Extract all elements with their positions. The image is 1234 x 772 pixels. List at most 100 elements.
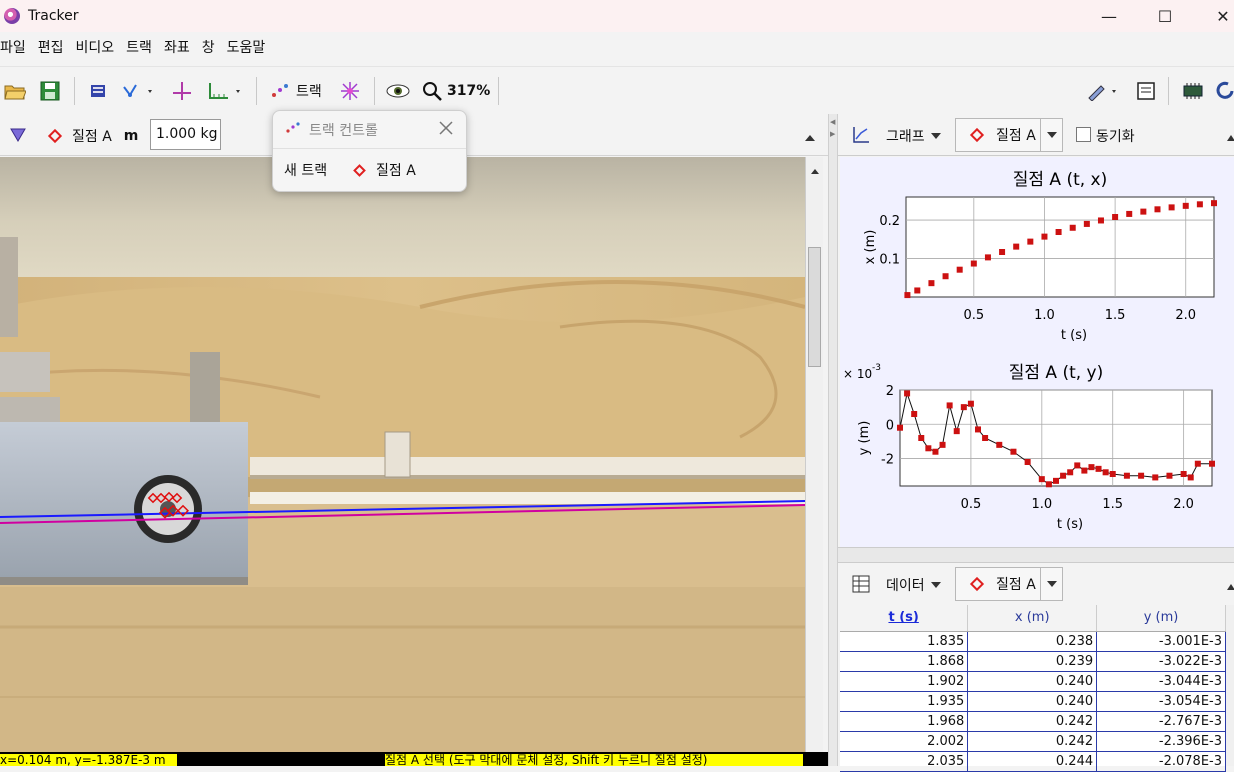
autotracker-icon[interactable] xyxy=(340,79,360,103)
refresh-icon[interactable] xyxy=(1216,79,1234,103)
menu-edit[interactable]: 편집 xyxy=(38,37,70,57)
data-track-selector[interactable]: 질점 A xyxy=(955,567,1063,601)
popup-close-icon[interactable] xyxy=(439,121,453,139)
table-cell[interactable]: 0.244 xyxy=(967,751,1098,772)
axes-icon[interactable] xyxy=(172,79,192,103)
mass-input[interactable]: 1.000 kg xyxy=(150,119,221,150)
table-cell[interactable]: 1.902 xyxy=(840,671,969,692)
close-button[interactable]: ✕ xyxy=(1198,0,1234,32)
table-row[interactable]: 1.835 0.238 -3.001E-3 xyxy=(840,631,1226,652)
data-point xyxy=(1088,464,1095,471)
video-frame-image[interactable] xyxy=(0,157,805,752)
position-x-chart[interactable]: 질점 A (t, x) 0.5 1.0 1.5 2.0 0.1 0.2 t (s) x (m) xyxy=(840,157,1234,352)
table-cell[interactable]: -3.044E-3 xyxy=(1096,671,1226,692)
column-header-y[interactable]: y (m) xyxy=(1096,605,1226,632)
table-row[interactable]: 2.002 0.242 -2.396E-3 xyxy=(840,731,1226,752)
table-cell[interactable]: 1.968 xyxy=(840,711,969,732)
y-tick-label: -2 xyxy=(881,453,894,468)
new-track-button[interactable]: 새 트랙 xyxy=(284,160,327,180)
data-collapse-icon[interactable] xyxy=(1226,579,1234,595)
table-row[interactable]: 1.935 0.240 -3.054E-3 xyxy=(840,691,1226,712)
table-row[interactable]: 1.968 0.242 -2.767E-3 xyxy=(840,711,1226,732)
data-point xyxy=(982,435,989,441)
video-scrollbar[interactable] xyxy=(805,157,823,752)
data-point xyxy=(1038,476,1045,483)
memory-chip-icon[interactable] xyxy=(1182,79,1204,103)
table-cell[interactable]: -3.001E-3 xyxy=(1096,631,1226,652)
data-point xyxy=(1041,233,1048,240)
column-header-t[interactable]: t (s) xyxy=(840,605,969,632)
graph-axes-icon xyxy=(852,126,870,148)
data-menu-button[interactable]: 데이터 xyxy=(886,575,941,595)
sync-label: 동기화 xyxy=(1096,129,1135,145)
open-folder-icon[interactable] xyxy=(4,79,26,103)
clip-settings-icon[interactable] xyxy=(90,79,106,103)
data-point xyxy=(1166,472,1173,479)
panel-splitter[interactable] xyxy=(838,547,1234,563)
divider-right-arrow-icon[interactable]: ▶ xyxy=(830,130,835,138)
measuring-tools-icon[interactable] xyxy=(208,79,244,103)
graph-track-selector[interactable]: 질점 A xyxy=(955,118,1063,152)
track-visibility-triangle-icon[interactable] xyxy=(10,128,26,146)
table-cell[interactable]: 1.935 xyxy=(840,691,969,712)
data-point xyxy=(956,266,963,273)
zoom-button[interactable]: 317% xyxy=(422,79,490,103)
table-cell[interactable]: 0.240 xyxy=(967,671,1098,692)
table-cell[interactable]: 0.242 xyxy=(967,711,1098,732)
menu-video[interactable]: 비디오 xyxy=(76,37,121,57)
track-menu-button[interactable]: 트랙 xyxy=(270,79,322,103)
mass-label: m xyxy=(123,128,139,144)
table-cell[interactable]: 1.835 xyxy=(840,631,969,652)
table-cell[interactable]: 2.035 xyxy=(840,751,969,772)
table-cell[interactable]: -2.767E-3 xyxy=(1096,711,1226,732)
data-point xyxy=(1060,472,1067,479)
sync-checkbox[interactable] xyxy=(1076,127,1091,142)
menu-help[interactable]: 도움말 xyxy=(227,37,272,57)
scroll-up-arrow-icon[interactable] xyxy=(810,163,820,179)
collapse-up-icon[interactable] xyxy=(804,130,816,146)
table-cell[interactable]: -2.078E-3 xyxy=(1096,751,1226,772)
selected-track-label[interactable]: 질점 A m xyxy=(47,126,139,146)
table-cell[interactable]: -3.054E-3 xyxy=(1096,691,1226,712)
panel-divider[interactable]: ◀ ▶ xyxy=(828,114,838,766)
table-row[interactable]: 1.868 0.239 -3.022E-3 xyxy=(840,651,1226,672)
table-cell[interactable]: -3.022E-3 xyxy=(1096,651,1226,672)
table-cell[interactable]: 1.868 xyxy=(840,651,969,672)
table-cell[interactable]: 0.242 xyxy=(967,731,1098,752)
pencil-drawing-icon[interactable] xyxy=(1086,79,1120,103)
table-scrollbar[interactable] xyxy=(1226,605,1234,766)
data-point xyxy=(1187,474,1194,481)
graph-collapse-icon[interactable] xyxy=(1226,130,1234,146)
divider-left-arrow-icon[interactable]: ◀ xyxy=(830,118,835,126)
menu-track[interactable]: 트랙 xyxy=(126,37,158,57)
data-point xyxy=(904,390,911,397)
maximize-button[interactable]: ☐ xyxy=(1140,0,1190,32)
save-icon[interactable] xyxy=(40,79,60,103)
table-cell[interactable]: 0.239 xyxy=(967,651,1098,672)
menu-file[interactable]: 파일 xyxy=(0,37,32,57)
menu-window[interactable]: 창 xyxy=(202,37,221,57)
visibility-eye-icon[interactable] xyxy=(386,79,410,103)
table-cell[interactable]: 0.238 xyxy=(967,631,1098,652)
menu-coords[interactable]: 좌표 xyxy=(164,37,196,57)
x-axis-label: t (s) xyxy=(1057,517,1083,532)
table-cell[interactable]: 2.002 xyxy=(840,731,969,752)
data-table[interactable]: t (s) x (m) y (m) 1.835 0.238 -3.001E-3 1.8… xyxy=(840,605,1226,772)
video-view[interactable] xyxy=(0,157,805,752)
table-row[interactable]: 2.035 0.244 -2.078E-3 xyxy=(840,751,1226,772)
table-cell[interactable]: -2.396E-3 xyxy=(1096,731,1226,752)
table-row[interactable]: 1.902 0.240 -3.044E-3 xyxy=(840,671,1226,692)
data-point xyxy=(1069,224,1076,231)
table-cell[interactable]: 0.240 xyxy=(967,691,1098,712)
notes-icon[interactable] xyxy=(1137,79,1155,103)
graph-menu-button[interactable]: 그래프 xyxy=(886,126,941,146)
column-header-x[interactable]: x (m) xyxy=(967,605,1098,632)
minimize-button[interactable]: — xyxy=(1084,0,1134,32)
position-y-chart[interactable]: 질점 A (t, y) 0.5 1.0 1.5 2.0 2 0 -2 t (s) y (m) × 1… xyxy=(840,352,1234,547)
calibration-tools-icon[interactable] xyxy=(122,79,156,103)
scroll-thumb[interactable] xyxy=(808,247,821,367)
data-point xyxy=(975,426,981,433)
x-tick-label: 1.0 xyxy=(1031,497,1052,512)
popup-track-button[interactable]: 질점 A xyxy=(353,160,416,180)
cursor-coordinates-readout: x=0.104 m, y=-1.387E-3 m xyxy=(0,754,177,766)
